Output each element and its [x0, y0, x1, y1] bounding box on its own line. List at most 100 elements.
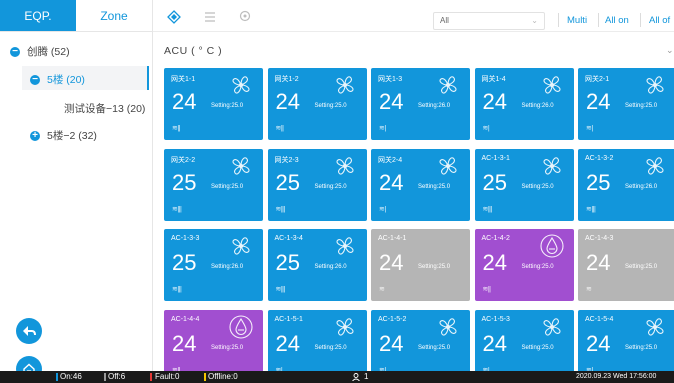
- user-icon: [352, 373, 360, 381]
- fan-icon: [646, 156, 664, 175]
- device-card[interactable]: AC-1-3-2 25 Setting:26.0 ≋|||: [578, 148, 674, 221]
- device-card[interactable]: 网关2-3 25 Setting:25.0 ≋|||: [267, 148, 367, 221]
- device-name: AC-1-5-4: [585, 315, 614, 323]
- device-name: 网关1-1: [171, 76, 196, 83]
- tree-node-5f[interactable]: − 5楼 (20): [30, 72, 85, 87]
- multi-button[interactable]: Multi: [567, 15, 587, 26]
- device-card[interactable]: 网关2-1 24 Setting:25.0 ≋|: [578, 68, 674, 140]
- current-temperature: 25: [172, 169, 197, 195]
- setting-label: Setting:: [418, 183, 439, 190]
- current-temperature: 24: [586, 250, 611, 275]
- fan-speed-indicator: ≋: [586, 286, 592, 293]
- fan-icon: [439, 317, 457, 336]
- setting-value: 25.0: [334, 344, 347, 351]
- device-name: 网关1-2: [274, 76, 299, 83]
- setting-value: 25.0: [541, 264, 554, 270]
- setting-label: Setting:: [521, 344, 542, 351]
- tab-eqp[interactable]: EQP.: [0, 0, 76, 31]
- tree-node-test-device[interactable]: 测试设备−13 (20): [64, 101, 145, 116]
- setting-label: Setting:: [625, 103, 646, 109]
- fan-speed-indicator: ≋: [379, 286, 385, 293]
- device-card[interactable]: AC-1-5-2 24 Setting:25.0 ≋|: [371, 309, 470, 371]
- setting-temperature: Setting:25.0: [625, 345, 657, 351]
- fan-speed-indicator: ≋|: [379, 125, 386, 132]
- setting-temperature: Setting:25.0: [418, 184, 450, 190]
- device-grid: 网关1-1 24 Setting:25.0 ≋|| 网关1-2 24 Setting:25.…: [160, 68, 674, 371]
- current-temperature: 24: [482, 89, 507, 114]
- device-name: AC-1-5-2: [378, 315, 407, 323]
- device-card[interactable]: AC-1-4-2 24 Setting:25.0 ≋||: [474, 229, 574, 301]
- setting-label: Setting:: [625, 264, 646, 270]
- divider: [558, 13, 559, 27]
- all-on-button[interactable]: All on: [605, 15, 629, 26]
- device-name: AC-1-4-2: [481, 235, 510, 242]
- tab-zone[interactable]: Zone: [76, 0, 152, 31]
- setting-value: 26.0: [438, 103, 451, 109]
- back-button[interactable]: [16, 318, 42, 344]
- setting-value: 25.0: [231, 183, 244, 190]
- fan-icon: [439, 156, 457, 175]
- grid-view-icon[interactable]: [167, 10, 181, 24]
- status-fault: Fault:0: [155, 372, 180, 381]
- setting-value: 25.0: [645, 103, 658, 109]
- setting-label: Setting:: [418, 103, 439, 109]
- device-name: AC-1-4-1: [378, 235, 407, 242]
- setting-value: 25.0: [541, 183, 554, 190]
- setting-temperature: Setting:26.0: [625, 184, 657, 190]
- fan-icon: [646, 76, 664, 94]
- status-off-marker: [104, 373, 106, 381]
- device-card[interactable]: AC-1-4-1 24 Setting:25.0 ≋: [371, 229, 470, 301]
- setting-value: 25.0: [438, 264, 451, 270]
- fan-speed-indicator: ≋|: [586, 125, 593, 132]
- tree-node-label: 创腾 (52): [27, 46, 70, 58]
- device-card[interactable]: AC-1-5-4 24 Setting:25.0 ≋|: [578, 309, 674, 371]
- device-card[interactable]: 网关2-2 25 Setting:25.0 ≋|||: [164, 148, 263, 221]
- fan-icon: [335, 237, 354, 255]
- dry-mode-icon: [229, 314, 253, 339]
- all-off-button[interactable]: All of: [649, 15, 670, 26]
- device-card[interactable]: AC-1-3-1 25 Setting:25.0 ≋|||: [474, 148, 574, 221]
- device-card[interactable]: AC-1-4-4 24 Setting:25.0 ≋||: [164, 309, 263, 371]
- device-card[interactable]: 网关1-1 24 Setting:25.0 ≋||: [164, 68, 263, 140]
- device-card[interactable]: AC-1-4-3 24 Setting:25.0 ≋: [578, 229, 674, 301]
- device-card[interactable]: AC-1-5-3 24 Setting:25.0 ≋|: [474, 309, 574, 371]
- setting-value: 25.0: [541, 344, 554, 351]
- tree-node-label: 5楼−2 (32): [47, 130, 97, 142]
- tree-node-5f-2[interactable]: + 5楼−2 (32): [30, 128, 97, 143]
- filter-select[interactable]: All ⌄: [433, 12, 545, 30]
- device-card[interactable]: 网关1-2 24 Setting:25.0 ≋||: [267, 68, 367, 140]
- chevron-down-icon[interactable]: ⌄: [666, 45, 674, 56]
- device-card[interactable]: AC-1-3-3 25 Setting:26.0 ≋|||: [164, 229, 263, 301]
- current-temperature: 24: [172, 89, 197, 114]
- collapse-icon[interactable]: −: [10, 46, 20, 57]
- setting-value: 25.0: [231, 344, 244, 351]
- fan-icon: [232, 76, 250, 94]
- setting-label: Setting:: [625, 183, 646, 190]
- back-arrow-icon: [23, 326, 36, 336]
- device-card[interactable]: 网关1-4 24 Setting:26.0 ≋|: [474, 68, 574, 140]
- expand-icon[interactable]: +: [30, 130, 40, 141]
- setting-temperature: Setting:25.0: [522, 264, 554, 270]
- device-name: AC-1-5-1: [274, 315, 303, 323]
- setting-temperature: Setting:26.0: [211, 264, 243, 270]
- current-temperature: 24: [275, 330, 300, 356]
- fan-speed-indicator: ≋|||: [172, 286, 182, 293]
- tree-node-root[interactable]: − 创腾 (52): [10, 44, 70, 59]
- device-name: 网关1-3: [378, 76, 403, 83]
- filter-select-value: All: [440, 16, 449, 25]
- location-icon[interactable]: [238, 10, 252, 24]
- device-card[interactable]: 网关1-3 24 Setting:26.0 ≋|: [371, 68, 470, 140]
- current-temperature: 24: [379, 250, 404, 275]
- device-card[interactable]: AC-1-5-1 24 Setting:25.0 ≋|: [267, 309, 367, 371]
- collapse-icon[interactable]: −: [30, 74, 40, 85]
- status-offline-marker: [204, 373, 206, 381]
- current-temperature: 25: [586, 169, 611, 195]
- fan-icon: [335, 317, 354, 336]
- device-card[interactable]: AC-1-3-4 25 Setting:26.0 ≋|||: [267, 229, 367, 301]
- fan-speed-indicator: ≋|||: [275, 205, 286, 213]
- setting-label: Setting:: [211, 103, 232, 109]
- device-card[interactable]: 网关2-4 24 Setting:25.0 ≋|: [371, 148, 470, 221]
- setting-label: Setting:: [314, 183, 335, 190]
- list-view-icon[interactable]: [203, 10, 217, 24]
- current-temperature: 24: [482, 330, 507, 356]
